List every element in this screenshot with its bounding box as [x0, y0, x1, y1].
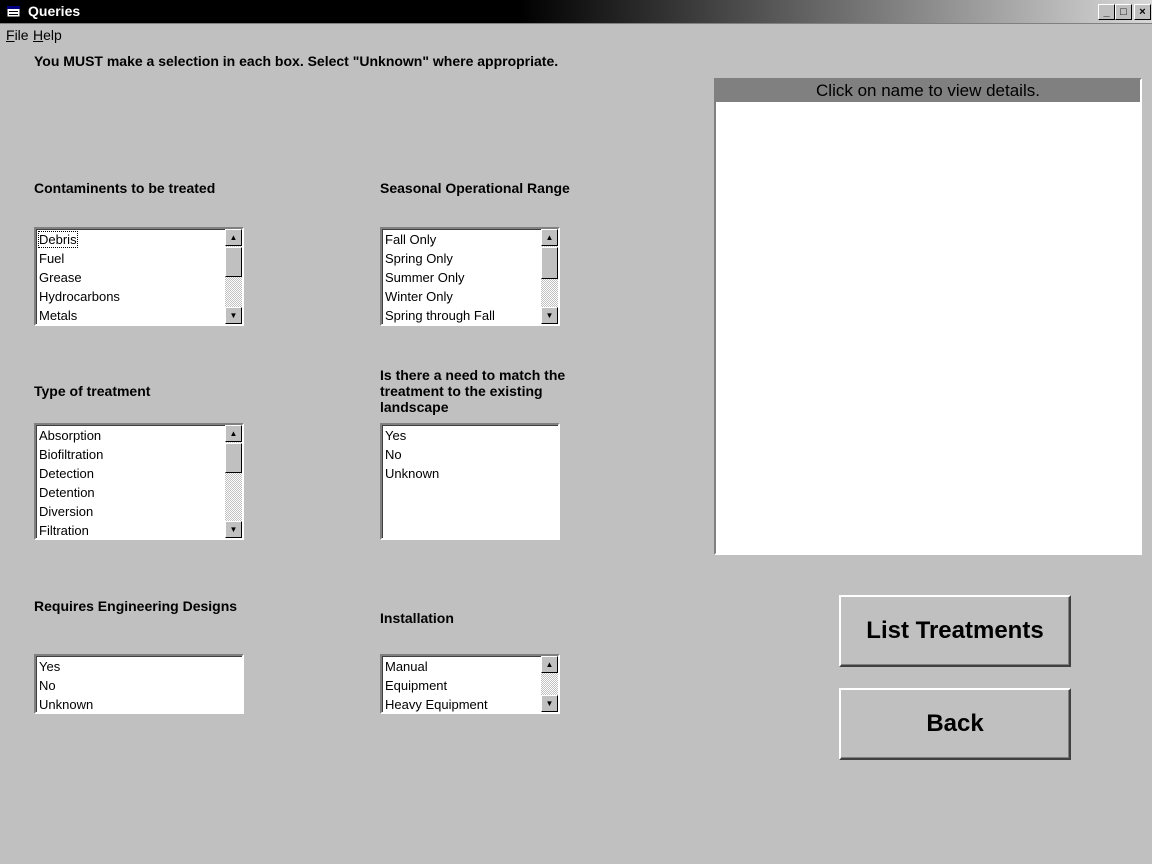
list-item[interactable]: Diversion — [39, 502, 242, 521]
installation-label: Installation — [380, 610, 454, 626]
list-treatments-button[interactable]: List Treatments — [839, 595, 1071, 667]
engineering-label: Requires Engineering Designs — [34, 598, 238, 614]
close-button[interactable]: × — [1134, 4, 1151, 20]
scroll-thumb[interactable] — [225, 247, 242, 277]
list-item[interactable]: Spring through Fall — [385, 306, 558, 324]
list-item[interactable]: Yes — [39, 657, 242, 676]
contaminants-listbox[interactable]: Debris Fuel Grease Hydrocarbons Metals ▲ ▼ — [34, 227, 244, 326]
maximize-button[interactable]: □ — [1115, 4, 1132, 20]
maximize-icon: □ — [1120, 5, 1127, 18]
back-button[interactable]: Back — [839, 688, 1071, 760]
scroll-up-button[interactable]: ▲ — [541, 229, 558, 246]
list-item[interactable]: Absorption — [39, 426, 242, 445]
contaminants-list: Debris Fuel Grease Hydrocarbons Metals — [36, 229, 242, 324]
seasonal-label: Seasonal Operational Range — [380, 180, 570, 196]
installation-listbox[interactable]: Manual Equipment Heavy Equipment ▲ ▼ — [380, 654, 560, 714]
list-item[interactable]: Debris — [38, 230, 242, 249]
arrow-down-icon: ▼ — [545, 699, 554, 708]
treatment-type-list: Absorption Biofiltration Detection Detentio… — [36, 425, 242, 538]
arrow-up-icon: ▲ — [545, 233, 554, 242]
list-item[interactable]: Hydrocarbons — [39, 287, 242, 306]
details-header: Click on name to view details. — [716, 80, 1140, 102]
installation-scrollbar[interactable]: ▲ ▼ — [541, 656, 558, 712]
scroll-up-button[interactable]: ▲ — [225, 229, 242, 246]
seasonal-listbox[interactable]: Fall Only Spring Only Summer Only Winter On… — [380, 227, 560, 326]
arrow-down-icon: ▼ — [229, 311, 238, 320]
list-item[interactable]: Heavy Equipment — [385, 695, 558, 712]
contaminants-scrollbar[interactable]: ▲ ▼ — [225, 229, 242, 324]
scroll-down-button[interactable]: ▼ — [225, 521, 242, 538]
details-panel[interactable]: Click on name to view details. — [714, 78, 1142, 555]
arrow-up-icon: ▲ — [229, 429, 238, 438]
arrow-down-icon: ▼ — [545, 311, 554, 320]
list-item[interactable]: No — [39, 676, 242, 695]
list-item[interactable]: Fall Only — [385, 230, 558, 249]
engineering-listbox[interactable]: Yes No Unknown — [34, 654, 244, 714]
scroll-thumb[interactable] — [225, 443, 242, 473]
scroll-up-button[interactable]: ▲ — [225, 425, 242, 442]
list-item[interactable]: Winter Only — [385, 287, 558, 306]
title-bar: Queries _ □ × — [0, 0, 1152, 24]
menu-file[interactable]: File — [6, 27, 29, 43]
list-item[interactable]: Fuel — [39, 249, 242, 268]
landscape-match-label: Is there a need to match the treatment t… — [380, 367, 566, 415]
list-item[interactable]: Equipment — [385, 676, 558, 695]
list-item[interactable]: Metals — [39, 306, 242, 324]
list-item[interactable]: Detention — [39, 483, 242, 502]
arrow-down-icon: ▼ — [229, 525, 238, 534]
form-icon — [6, 5, 21, 18]
list-item[interactable]: Spring Only — [385, 249, 558, 268]
minimize-icon: _ — [1103, 5, 1110, 18]
landscape-match-listbox[interactable]: Yes No Unknown — [380, 423, 560, 540]
engineering-list: Yes No Unknown — [36, 656, 242, 712]
menu-bar: File Help — [0, 24, 1152, 44]
list-item[interactable]: No — [385, 445, 558, 464]
seasonal-list: Fall Only Spring Only Summer Only Winter On… — [382, 229, 558, 324]
installation-list: Manual Equipment Heavy Equipment — [382, 656, 558, 712]
treatment-type-label: Type of treatment — [34, 383, 151, 399]
list-item[interactable]: Grease — [39, 268, 242, 287]
contaminants-label: Contaminents to be treated — [34, 180, 216, 196]
scroll-thumb[interactable] — [541, 247, 558, 279]
treatment-type-listbox[interactable]: Absorption Biofiltration Detection Detentio… — [34, 423, 244, 540]
list-item[interactable]: Unknown — [385, 464, 558, 483]
seasonal-scrollbar[interactable]: ▲ ▼ — [541, 229, 558, 324]
scroll-down-button[interactable]: ▼ — [225, 307, 242, 324]
menu-help[interactable]: Help — [33, 27, 62, 43]
list-item[interactable]: Yes — [385, 426, 558, 445]
list-item[interactable]: Manual — [385, 657, 558, 676]
scroll-down-button[interactable]: ▼ — [541, 695, 558, 712]
landscape-match-list: Yes No Unknown — [382, 425, 558, 483]
scroll-down-button[interactable]: ▼ — [541, 307, 558, 324]
treatment-type-scrollbar[interactable]: ▲ ▼ — [225, 425, 242, 538]
list-item[interactable]: Filtration — [39, 521, 242, 538]
close-icon: × — [1139, 5, 1146, 18]
scroll-up-button[interactable]: ▲ — [541, 656, 558, 673]
instructions-text: You MUST make a selection in each box. S… — [34, 53, 559, 69]
list-item[interactable]: Unknown — [39, 695, 242, 712]
list-item[interactable]: Summer Only — [385, 268, 558, 287]
minimize-button[interactable]: _ — [1098, 4, 1115, 20]
window-title: Queries — [28, 3, 81, 19]
arrow-up-icon: ▲ — [229, 233, 238, 242]
arrow-up-icon: ▲ — [545, 660, 554, 669]
list-item[interactable]: Detection — [39, 464, 242, 483]
list-item[interactable]: Biofiltration — [39, 445, 242, 464]
